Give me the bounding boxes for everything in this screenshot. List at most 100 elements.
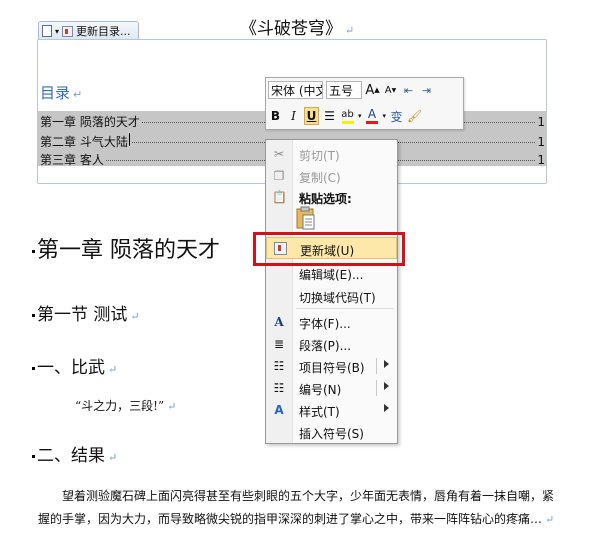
menu-item-styles[interactable]: A 样式(T) [266, 399, 397, 421]
grow-font-button[interactable]: A ▲ [365, 81, 380, 99]
submenu-arrow-icon [384, 404, 389, 412]
menu-item-toggle-field-codes[interactable]: 切换域代码(T) [266, 285, 397, 307]
font-size-select[interactable]: 五号 [326, 81, 362, 99]
font-name-select[interactable]: 宋体 (中文 [268, 81, 323, 99]
toc-field-toolbar[interactable]: ▾ 更新目录... [38, 21, 139, 40]
font-color-icon: A [367, 107, 377, 121]
chevron-down-icon[interactable]: ▾ [383, 112, 387, 120]
mini-format-toolbar: 宋体 (中文 五号 A ▲ A ▼ ⇤ ⇥ B I U ☰ ab ▾ A ▾ 变 🖌 [265, 77, 464, 130]
underline-button[interactable]: U [304, 107, 319, 125]
paragraph-mark: ↵ [73, 88, 83, 101]
quote-text: “斗之力，三段!” ↵ [75, 397, 176, 414]
heading-marker [32, 455, 35, 458]
paragraph-mark: ↵ [167, 400, 177, 413]
shrink-font-icon: A [384, 84, 392, 96]
menu-item-bullets[interactable]: ☷ 项目符号(B) [266, 355, 397, 377]
menu-item-label: 剪切(T) [299, 149, 340, 163]
menu-item-label: 段落(P)... [299, 339, 352, 353]
menu-item-label: 项目符号(B) [299, 361, 365, 375]
paragraph-mark: ↵ [108, 363, 118, 376]
paste-keep-text-icon[interactable] [296, 206, 316, 230]
menu-item-label: 复制(C) [299, 171, 341, 185]
toc-heading-text: 目录 [40, 84, 71, 102]
grow-font-icon: A [365, 82, 375, 98]
menu-item-label: 字体(F)... [299, 317, 351, 331]
paragraph-mark: ↵ [108, 451, 118, 464]
update-toc-icon [62, 25, 74, 37]
menu-item-label: 编辑域(E)... [299, 268, 364, 282]
center-align-icon: ☰ [324, 109, 335, 123]
toc-entry-text: 第三章 客人 [40, 153, 104, 167]
heading-part-2: 二、结果 ↵ [32, 441, 117, 466]
chevron-down-icon[interactable]: ▾ [55, 27, 59, 36]
toc-entry-page: 1 [537, 135, 545, 149]
menu-item-copy[interactable]: ❐ 复制(C) [266, 165, 397, 187]
heading-section-1: 第一节 测试 ↵ [32, 300, 140, 325]
center-align-button[interactable]: ☰ [322, 107, 337, 125]
heading-marker [32, 249, 35, 253]
bullets-icon: ☷ [273, 359, 285, 373]
menu-item-label: 粘贴选项: [299, 192, 352, 206]
document-title: 《斗破苍穹》 ↵ [240, 14, 354, 39]
toc-entry-page: 1 [537, 153, 545, 167]
heading-marker [32, 314, 35, 317]
menu-item-numbering[interactable]: ☷ 编号(N) [266, 377, 397, 399]
shrink-font-button[interactable]: A ▼ [383, 81, 398, 99]
toc-heading: 目录 ↵ [40, 82, 82, 103]
highlight-frame [253, 232, 405, 266]
menu-item-cut[interactable]: ✂ 剪切(T) [266, 143, 397, 165]
decrease-indent-button[interactable]: ⇤ [401, 81, 416, 99]
text-cursor [128, 133, 130, 146]
menu-item-label: 切换域代码(T) [299, 291, 376, 305]
toc-entry-page: 1 [537, 115, 545, 129]
toc-entry-text: 第一章 陨落的天才 [40, 115, 140, 129]
document-title-text: 《斗破苍穹》 [240, 19, 342, 39]
toc-entry-text: 第二章 斗气大陆 [40, 135, 128, 149]
highlight-color-button[interactable]: ab [340, 107, 355, 125]
menu-item-label: 样式(T) [299, 405, 340, 419]
phonetic-guide-button[interactable]: 变 [389, 107, 404, 125]
styles-icon: A [274, 403, 284, 417]
body-paragraph: 望着测验魔石碑上面闪亮得甚至有些刺眼的五个大字，少年面无表情，唇角有着一抹自嘲，… [38, 485, 558, 531]
chevron-down-icon[interactable]: ▾ [358, 112, 362, 120]
heading-text: 第一章 陨落的天才 [37, 238, 220, 263]
font-color-button[interactable]: A [365, 107, 380, 125]
menu-item-label: 编号(N) [299, 383, 342, 397]
menu-item-insert-symbol[interactable]: 插入符号(S) [266, 421, 397, 443]
heading-part-1: 一、比武 ↵ [32, 353, 117, 378]
format-painter-button[interactable]: 🖌 [407, 107, 422, 125]
menu-item-paragraph[interactable]: ≣ 段落(P)... [266, 333, 397, 355]
heading-text: 二、结果 [37, 446, 105, 466]
menu-item-font[interactable]: A 字体(F)... [266, 311, 397, 333]
decrease-indent-icon: ⇤ [403, 83, 414, 97]
italic-button[interactable]: I [286, 107, 301, 125]
paragraph-mark: ↵ [545, 513, 555, 526]
increase-indent-icon: ⇥ [421, 83, 432, 97]
heading-marker [32, 367, 35, 370]
submenu-arrow-icon [384, 382, 389, 390]
numbering-icon: ☷ [273, 381, 285, 395]
format-painter-icon: 🖌 [407, 109, 423, 123]
scissors-icon: ✂ [273, 147, 285, 161]
menu-separator [296, 308, 394, 309]
submenu-arrow-icon [384, 360, 389, 368]
paragraph-mark: ↵ [345, 24, 355, 37]
bold-button[interactable]: B [268, 107, 283, 125]
paragraph-icon: ≣ [273, 337, 285, 351]
paste-icon: 📋 [272, 190, 287, 204]
menu-item-label: 插入符号(S) [299, 427, 364, 441]
paragraph-mark: ↵ [130, 310, 140, 323]
increase-indent-button[interactable]: ⇥ [419, 81, 434, 99]
heading-text: 一、比武 [37, 358, 105, 378]
highlighter-icon: ab [341, 108, 354, 120]
quote-content: “斗之力，三段!” [75, 399, 165, 413]
update-toc-button[interactable]: 更新目录... [76, 23, 131, 39]
body-paragraph-text: 望着测验魔石碑上面闪亮得甚至有些刺眼的五个大字，少年面无表情，唇角有着一抹自嘲，… [38, 489, 555, 526]
document-icon[interactable] [42, 25, 52, 37]
heading-chapter-1: 第一章 陨落的天才 [32, 232, 220, 264]
copy-icon: ❐ [273, 169, 285, 183]
heading-text: 第一节 测试 [37, 305, 128, 325]
font-icon: A [274, 315, 284, 329]
menu-item-paste-options: 📋 粘贴选项: [266, 186, 397, 208]
context-menu: ✂ 剪切(T) ❐ 复制(C) 📋 粘贴选项: 更新域(U) 编辑域(E)...… [265, 139, 398, 444]
